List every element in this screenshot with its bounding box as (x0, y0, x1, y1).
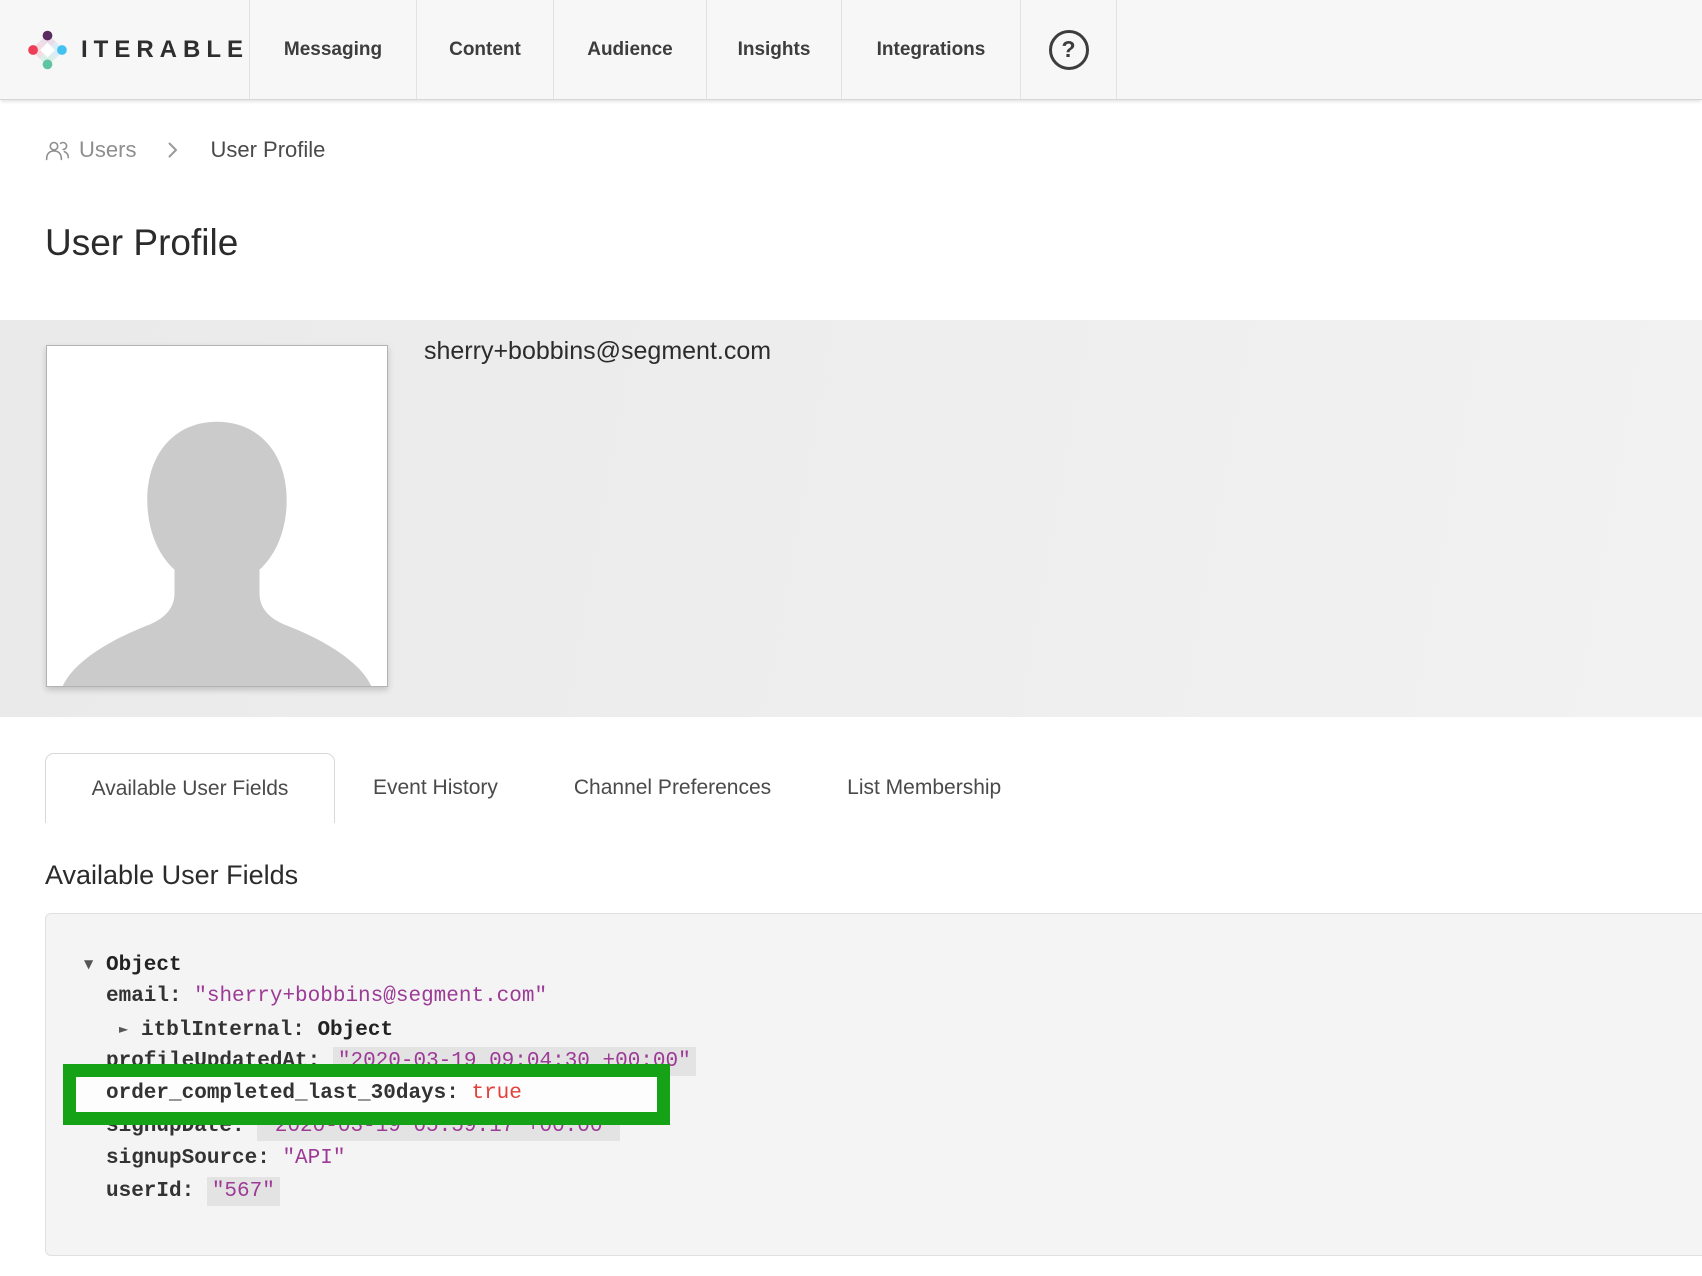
nav-item-content[interactable]: Content (417, 0, 554, 99)
profile-email: sherry+bobbins@segment.com (424, 337, 771, 366)
breadcrumb: Users User Profile (45, 128, 325, 172)
tree-key: email: (106, 985, 182, 1008)
tab-list-membership[interactable]: List Membership (809, 753, 1039, 823)
chevron-right-icon (168, 142, 178, 158)
tab-event-history[interactable]: Event History (335, 753, 536, 823)
tree-row-userid: userId: "567" (46, 1176, 1702, 1209)
tree-value: Object (317, 1019, 393, 1042)
tree-value: "API" (282, 1147, 345, 1170)
tree-value: true (471, 1082, 521, 1105)
tab-available-user-fields[interactable]: Available User Fields (45, 753, 335, 823)
help-glyph: ? (1061, 38, 1075, 61)
nav-item-messaging[interactable]: Messaging (250, 0, 417, 99)
tree-key: userId: (106, 1180, 194, 1203)
iterable-logo-icon (28, 12, 67, 88)
tree-key: order_completed_last_30days: (106, 1082, 459, 1105)
tab-channel-preferences[interactable]: Channel Preferences (536, 753, 809, 823)
tree-row-signupsource: signupSource: "API" (46, 1143, 1702, 1176)
tree-key: signupSource: (106, 1147, 270, 1170)
section-heading: Available User Fields (45, 860, 298, 891)
brand-logo[interactable]: ITERABLE (0, 0, 250, 99)
json-tree: ▼Object email: "sherry+bobbins@segment.c… (46, 948, 1702, 1208)
collapse-closed-icon[interactable]: ► (119, 1013, 141, 1046)
tab-bar: Available User Fields Event History Chan… (45, 753, 1039, 823)
tree-row-email: email: "sherry+bobbins@segment.com" (46, 981, 1702, 1014)
tree-value: "sherry+bobbins@segment.com" (194, 985, 547, 1008)
page: ITERABLE Messaging Content Audience Insi… (0, 0, 1702, 1276)
tree-row-root: ▼Object (46, 948, 1702, 981)
collapse-open-icon[interactable]: ▼ (84, 948, 106, 981)
nav-item-insights[interactable]: Insights (707, 0, 842, 99)
user-fields-panel: ▼Object email: "sherry+bobbins@segment.c… (45, 913, 1702, 1256)
nav-item-audience[interactable]: Audience (554, 0, 707, 99)
tree-row-order-completed: order_completed_last_30days: true (46, 1078, 1702, 1111)
users-icon (45, 140, 70, 161)
profile-header-section: sherry+bobbins@segment.com (0, 320, 1702, 717)
tree-row-itblinternal: ►itblInternal: Object (46, 1013, 1702, 1046)
breadcrumb-users-link[interactable]: Users (79, 137, 136, 163)
tree-key: itblInternal: (141, 1019, 305, 1042)
help-button[interactable]: ? (1021, 0, 1117, 99)
page-title: User Profile (45, 222, 238, 264)
tree-value-root: Object (106, 954, 182, 977)
avatar (46, 345, 388, 687)
top-navbar: ITERABLE Messaging Content Audience Insi… (0, 0, 1702, 100)
brand-name: ITERABLE (81, 36, 249, 64)
person-silhouette-icon (47, 347, 387, 687)
breadcrumb-current: User Profile (210, 137, 325, 163)
help-icon: ? (1049, 30, 1089, 70)
tree-value: "567" (207, 1177, 280, 1206)
nav-item-integrations[interactable]: Integrations (842, 0, 1021, 99)
